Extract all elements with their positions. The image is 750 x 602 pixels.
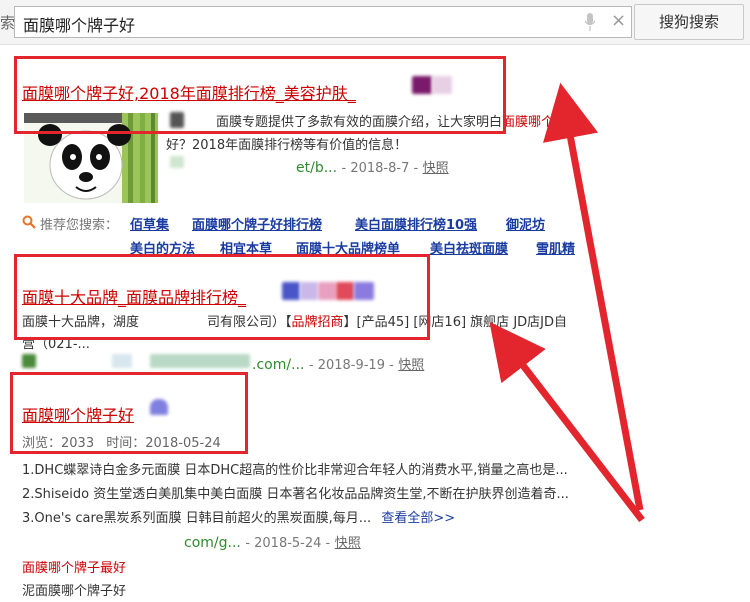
close-icon[interactable]: × — [611, 10, 626, 31]
blurred-text — [170, 156, 184, 168]
result-url[interactable]: com/g... — [184, 535, 241, 551]
result-1-meta: et/b... - 2018-8-7 - 快照 — [296, 157, 449, 176]
search-query-text: 面膜哪个牌子好 — [23, 16, 136, 35]
blurred-text — [150, 354, 250, 368]
blurred-text — [112, 354, 132, 368]
recommend-link[interactable]: 面膜哪个牌子好排行榜 — [192, 214, 322, 233]
result-3-item: 3.One's care黑炭系列面膜 日韩目前超火的黑炭面膜,每月... 查看全… — [22, 511, 456, 526]
related-search-link[interactable]: 泥面膜哪个牌子好 — [22, 580, 126, 599]
result-date: - 2018-9-19 - — [308, 358, 394, 373]
recommend-link[interactable]: 御泥坊 — [506, 214, 545, 233]
result-1-description-line2: 好？2018年面膜排行榜等有价值的信息！ — [166, 138, 408, 153]
arrow-icon — [543, 82, 644, 511]
result-2-meta: .com/... - 2018-9-19 - 快照 — [252, 354, 424, 373]
result-3-meta: com/g... - 2018-5-24 - 快照 — [184, 532, 361, 551]
snapshot-link[interactable]: 快照 — [423, 161, 449, 176]
annotation-box — [14, 254, 430, 340]
view-all-link[interactable]: 查看全部>> — [381, 511, 455, 526]
search-input[interactable]: 面膜哪个牌子好 × — [14, 6, 632, 38]
blurred-text — [22, 354, 36, 368]
result-url[interactable]: .com/... — [252, 357, 304, 373]
related-search-link[interactable]: 面膜哪个牌子最好 — [22, 557, 126, 576]
recommend-link[interactable]: 雪肌精 — [536, 238, 575, 257]
result-3-item[interactable]: 2.Shiseido 资生堂透白美肌集中美白面膜 日本著名化妆品品牌资生堂,不断… — [22, 483, 569, 502]
result-date: - 2018-5-24 - — [245, 536, 331, 551]
search-bar: 索 面膜哪个牌子好 × 搜狗搜索 — [0, 0, 750, 45]
recommend-link[interactable]: 美白面膜排行榜10强 — [355, 214, 477, 233]
annotation-box — [14, 56, 506, 134]
result-3-item[interactable]: 1.DHC蝶翠诗白金多元面膜 日本DHC超高的性价比非常迎合年轻人的消费水平,销… — [22, 459, 568, 478]
recommend-label: 推荐您搜索： — [40, 218, 119, 233]
search-button[interactable]: 搜狗搜索 — [634, 4, 744, 40]
annotation-box — [10, 372, 248, 454]
snapshot-link[interactable]: 快照 — [335, 536, 361, 551]
cut-off-text: 索 — [0, 14, 16, 32]
snapshot-link[interactable]: 快照 — [398, 358, 424, 373]
result-date: - 2018-8-7 - — [341, 161, 419, 176]
result-url[interactable]: et/b... — [296, 160, 337, 176]
search-icon — [22, 215, 36, 229]
recommend-link[interactable]: 佰草集 — [130, 214, 169, 233]
microphone-icon[interactable] — [585, 13, 595, 31]
recommend-link[interactable]: 美白祛斑面膜 — [430, 238, 508, 257]
